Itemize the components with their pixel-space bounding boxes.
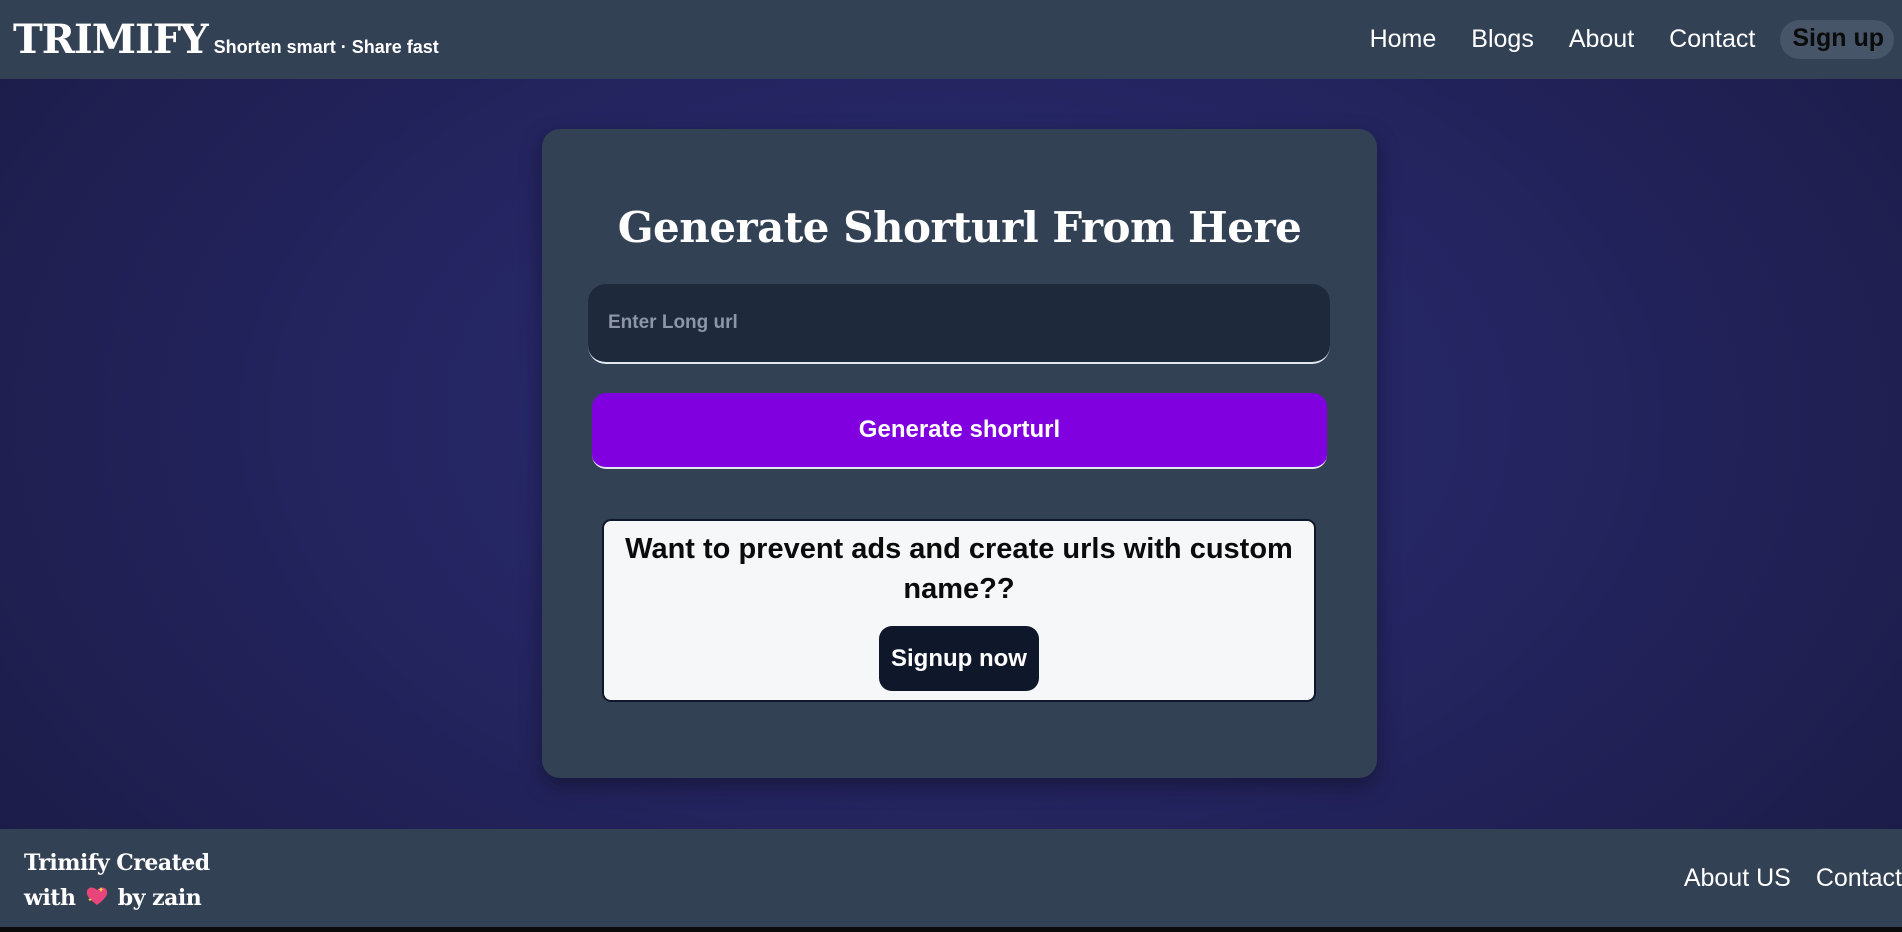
footer-divider (0, 927, 1902, 932)
brand-logo[interactable]: TRIMIFY (13, 19, 209, 60)
signup-now-button[interactable]: Signup now (879, 626, 1039, 691)
credit-by: by zain (117, 885, 202, 911)
footer-credit: Trimify Created with by zain (24, 846, 224, 916)
signup-button[interactable]: Sign up (1780, 20, 1894, 59)
nav-home-link[interactable]: Home (1370, 25, 1437, 54)
top-navbar: TRIMIFY Shorten smart · Share fast Home … (0, 0, 1902, 79)
footer-links: About US Contact (1684, 864, 1902, 893)
nav-about-link[interactable]: About (1569, 25, 1634, 54)
footer (0, 829, 1902, 927)
brand-tagline: Shorten smart · Share fast (213, 36, 439, 57)
heart-icon (85, 883, 109, 905)
credit-line-1: Trimify Created (24, 850, 210, 876)
generate-shorturl-button[interactable]: Generate shorturl (592, 393, 1327, 469)
credit-with: with (24, 885, 76, 911)
long-url-input[interactable] (588, 284, 1330, 364)
main-nav: Home Blogs About Contact Sign up (1370, 20, 1894, 59)
promo-text: Want to prevent ads and create urls with… (625, 533, 1293, 605)
nav-blogs-link[interactable]: Blogs (1471, 25, 1534, 54)
brand: TRIMIFY Shorten smart · Share fast (13, 19, 439, 60)
nav-contact-link[interactable]: Contact (1669, 25, 1755, 54)
page-title: Generate Shorturl From Here (617, 203, 1302, 252)
credit-line-2: with by zain (24, 881, 224, 916)
footer-about-us-link[interactable]: About US (1684, 864, 1791, 893)
footer-contact-link[interactable]: Contact (1816, 864, 1902, 893)
